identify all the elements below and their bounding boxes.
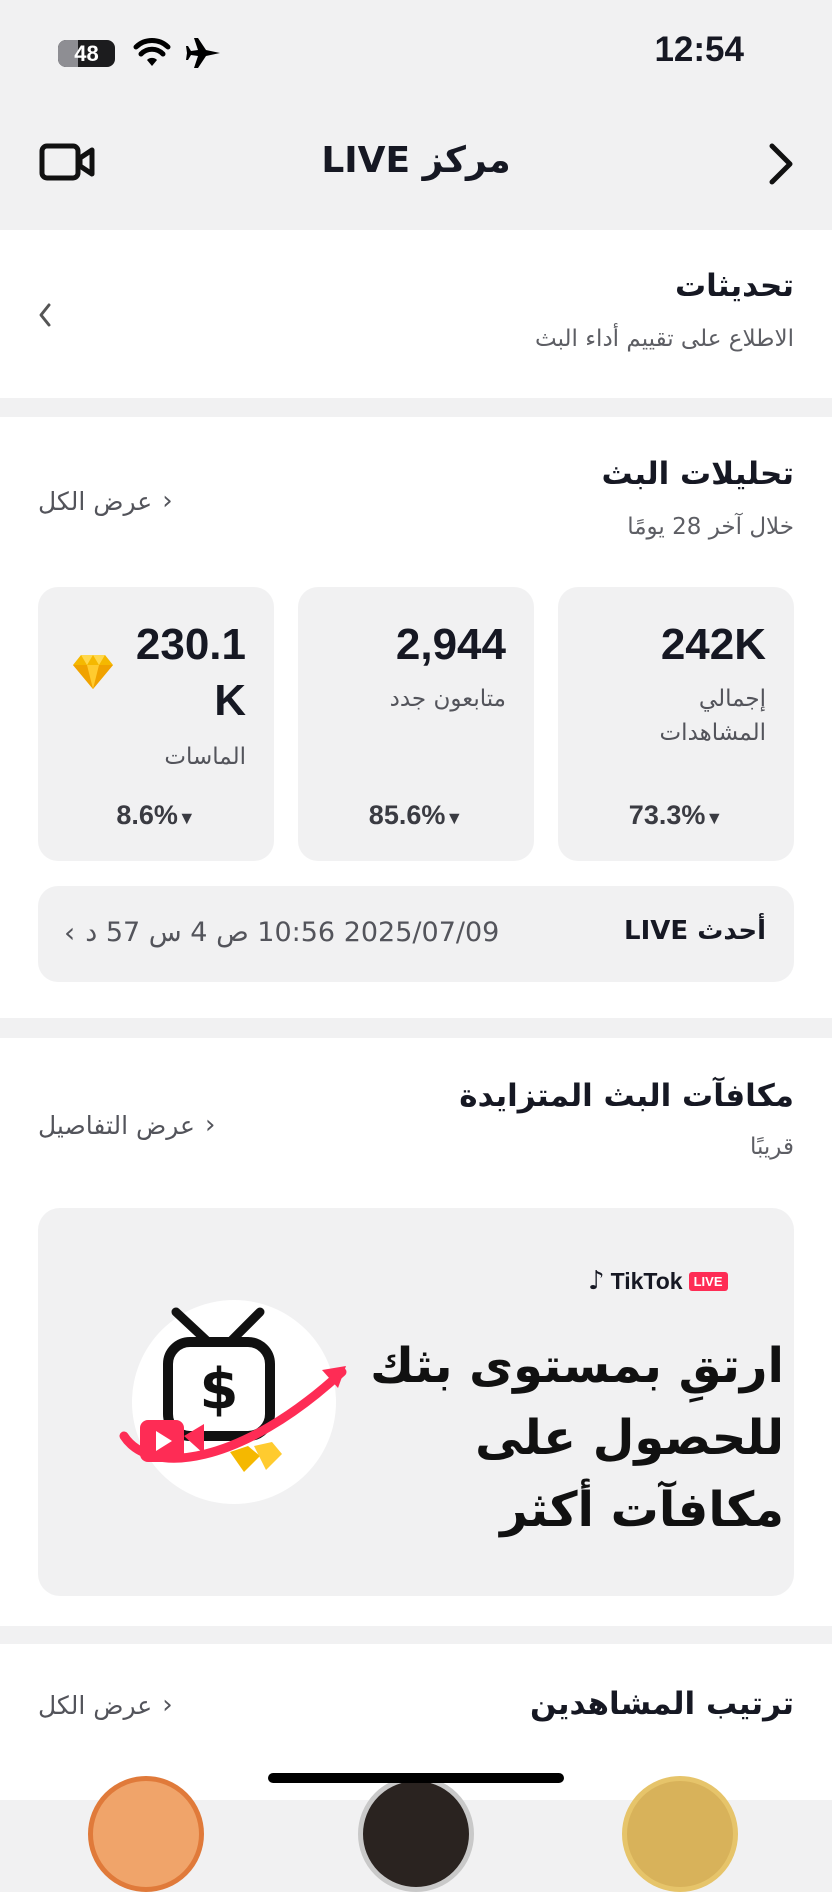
- stat-label: الماسات: [164, 744, 246, 770]
- promo-headline: ارتقِ بمستوى بثك للحصول على مكافآت أكثر: [370, 1338, 784, 1538]
- stat-value: K: [214, 676, 246, 725]
- stat-card-total-views[interactable]: 242K إجمالي المشاهدات 73.3%▼: [558, 587, 794, 861]
- chevron-left-icon: ‹: [162, 486, 173, 516]
- updates-section[interactable]: [0, 230, 832, 398]
- rewards-details-link[interactable]: ‹ عرض التفاصيل: [38, 1110, 215, 1140]
- stat-value: 2,944: [395, 620, 506, 669]
- chevron-left-icon[interactable]: [37, 302, 53, 328]
- status-time: 12:54: [654, 30, 744, 69]
- tiktok-note-icon: ♪: [588, 1266, 605, 1296]
- caret-down-icon: ▼: [177, 808, 196, 828]
- ranking-title: ترتيب المشاهدين: [530, 1686, 794, 1722]
- stat-card-new-followers[interactable]: 2,944 متابعون جدد 85.6%▼: [298, 587, 534, 861]
- updates-subtitle: الاطلاع على تقييم أداء البث: [535, 326, 794, 352]
- chevron-left-icon: ‹: [162, 1690, 173, 1720]
- rewards-title: مكافآت البث المتزايدة: [459, 1078, 794, 1114]
- tiktok-live-logo: ♪ TikTok LIVE: [588, 1266, 728, 1296]
- diamond-icon: [73, 655, 113, 689]
- analytics-title: تحليلات البث: [601, 456, 794, 492]
- analytics-subtitle: خلال آخر 28 يومًا: [627, 514, 794, 540]
- battery-level: 48: [74, 41, 99, 66]
- updates-title: تحديثات: [675, 268, 794, 304]
- svg-text:$: $: [200, 1357, 239, 1422]
- stat-change: 85.6%▼: [368, 800, 464, 830]
- caret-down-icon: ▼: [705, 808, 724, 828]
- avatar[interactable]: [622, 1776, 738, 1892]
- caret-down-icon: ▼: [445, 808, 464, 828]
- airplane-mode-icon: [186, 38, 220, 68]
- stat-value: 242K: [660, 620, 766, 669]
- latest-live-row[interactable]: أحدث LIVE ‹ 2025/07/09 10:56 ص 4 س 57 د: [38, 886, 794, 982]
- avatar[interactable]: [358, 1776, 474, 1892]
- avatar[interactable]: [88, 1776, 204, 1892]
- latest-live-value: ‹ 2025/07/09 10:56 ص 4 س 57 د: [64, 916, 500, 949]
- stat-label: متابعون جدد: [389, 686, 506, 712]
- stat-label: المشاهدات: [659, 720, 766, 746]
- rewards-subtitle: قريبًا: [749, 1134, 794, 1160]
- tv-monetization-illustration: $: [119, 1300, 347, 1504]
- battery-icon: 48: [58, 40, 115, 67]
- stat-label: إجمالي: [698, 686, 766, 712]
- wifi-icon: [133, 38, 171, 66]
- latest-live-label: أحدث LIVE: [624, 916, 766, 946]
- home-indicator: [268, 1773, 564, 1783]
- chevron-left-icon: ‹: [204, 1110, 216, 1140]
- analytics-view-all[interactable]: ‹ عرض الكل: [38, 486, 173, 516]
- page-title: مركز LIVE: [321, 140, 511, 181]
- stat-change: 73.3%▼: [628, 800, 724, 830]
- ranking-view-all[interactable]: ‹ عرض الكل: [38, 1690, 173, 1720]
- stat-value: 230.1: [135, 620, 246, 669]
- chevron-left-icon: ‹: [64, 916, 76, 949]
- chevron-right-icon[interactable]: [766, 142, 796, 186]
- stat-card-diamonds[interactable]: 230.1 K الماسات 8.6%▼: [38, 587, 274, 861]
- stat-change: 8.6%▼: [116, 800, 196, 830]
